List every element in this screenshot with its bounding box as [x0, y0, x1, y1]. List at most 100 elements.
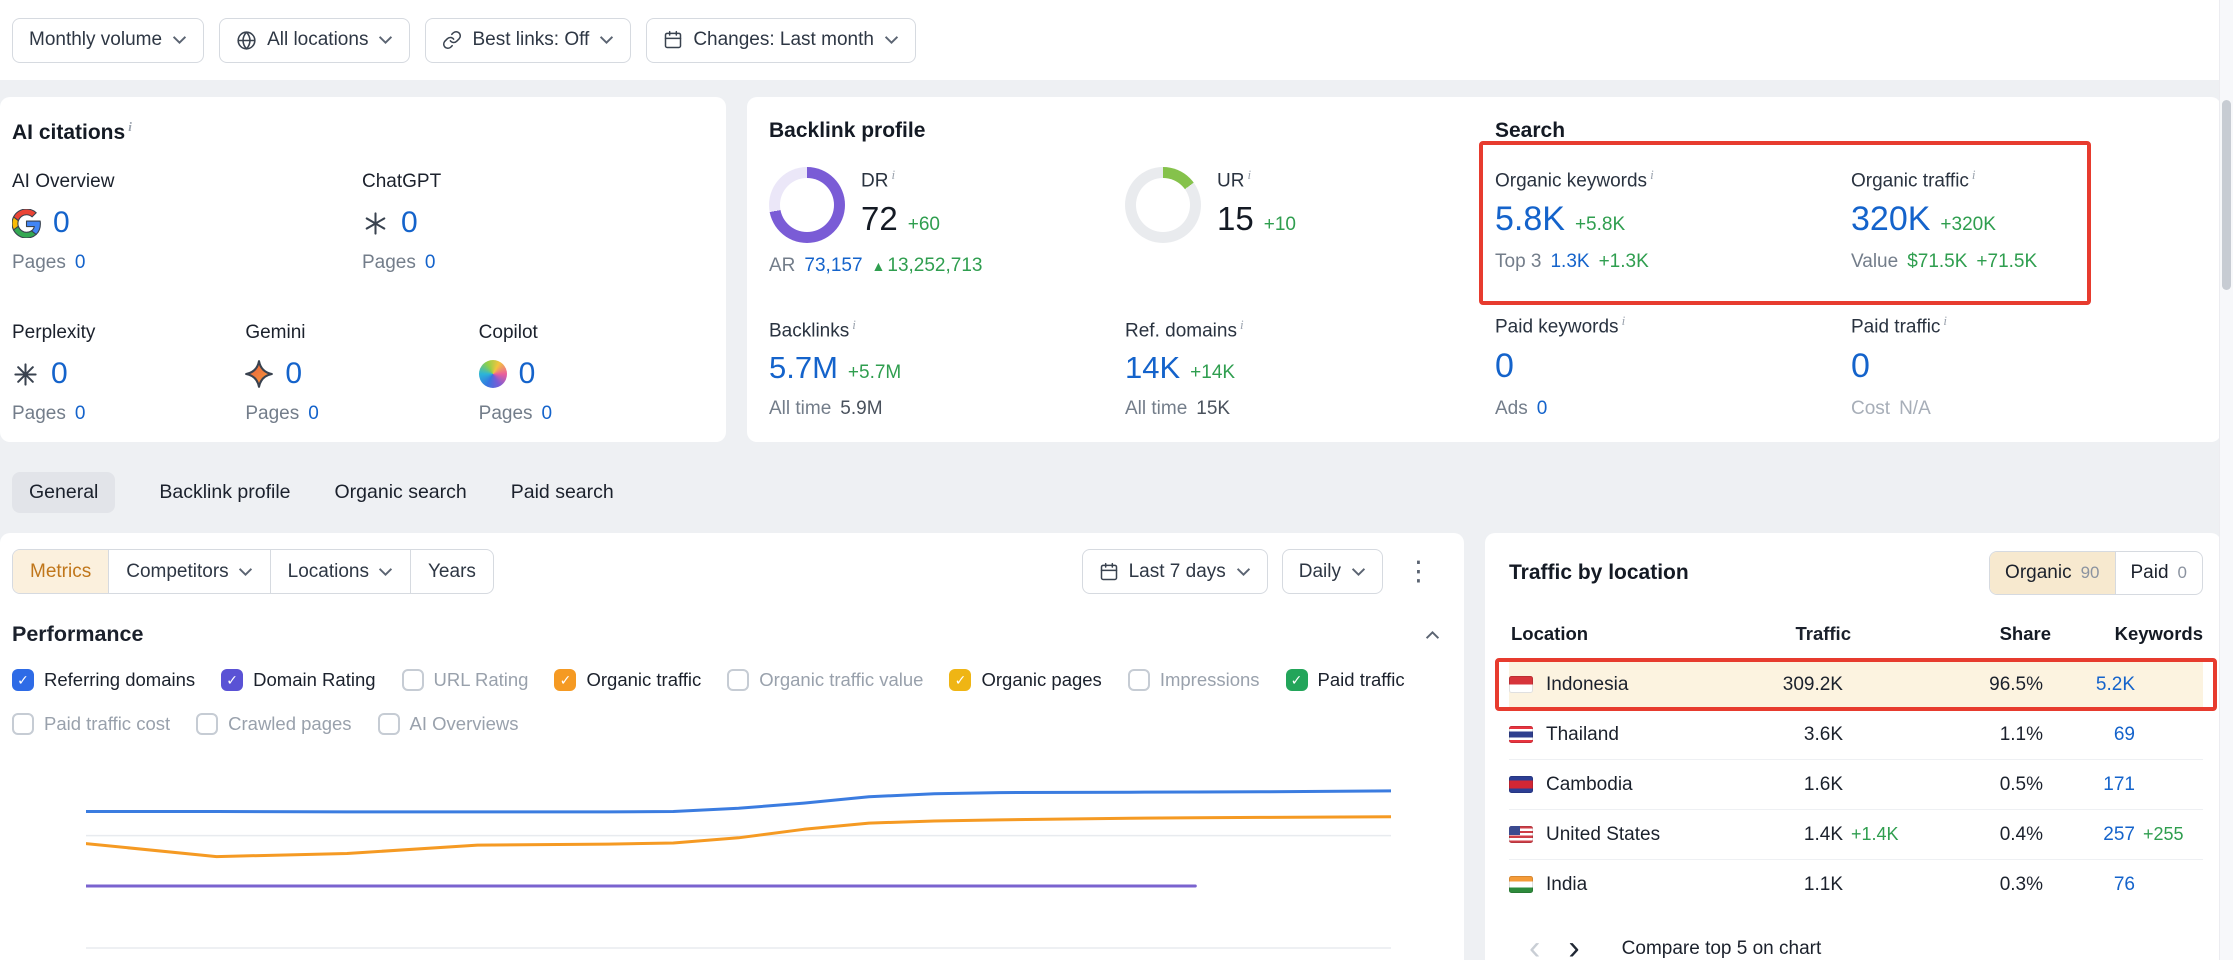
chatgpt-count[interactable]: 0	[401, 206, 418, 240]
compare-top5-label: Compare top 5 on chart	[1622, 938, 1822, 960]
perplexity-icon	[12, 361, 39, 388]
next-page-button[interactable]: ›	[1554, 935, 1593, 960]
checkbox-crawled-pages[interactable]: ✓Crawled pages	[196, 713, 351, 735]
site-overview-page: Monthly volume All locations Best links:…	[0, 0, 2233, 960]
checkbox-ai-overviews[interactable]: ✓AI Overviews	[378, 713, 519, 735]
organic-keywords-value-link[interactable]: 5.8K	[1495, 200, 1565, 239]
keywords-link[interactable]: 76	[2043, 874, 2135, 896]
checkbox-organic-traffic[interactable]: ✓Organic traffic	[554, 669, 701, 691]
chevron-down-icon	[884, 35, 899, 45]
ai-overview-pages-link[interactable]: 0	[75, 252, 86, 273]
info-icon: i	[128, 119, 132, 134]
checkbox-icon: ✓	[12, 713, 34, 735]
ai-overview-count[interactable]: 0	[53, 206, 70, 240]
gemini-count[interactable]: 0	[285, 357, 302, 391]
chatgpt-icon	[362, 210, 389, 237]
locations-dropdown[interactable]: All locations	[219, 18, 410, 63]
metric-checkbox-row-1: ✓Referring domains ✓Domain Rating ✓URL R…	[12, 669, 1440, 691]
chevron-down-icon	[172, 35, 187, 45]
traffic-by-location-title: Traffic by location	[1509, 561, 1689, 585]
search-title: Search	[1495, 119, 2221, 143]
monthly-volume-dropdown[interactable]: Monthly volume	[12, 18, 204, 63]
performance-line-chart[interactable]	[86, 759, 1391, 960]
perplexity-pages-link[interactable]: 0	[75, 403, 86, 424]
tab-paid-search[interactable]: Paid search	[511, 472, 614, 513]
tab-organic-search[interactable]: Organic search	[335, 472, 467, 513]
vertical-scrollbar[interactable]	[2219, 0, 2233, 960]
organic-toggle-button[interactable]: Organic 90	[1990, 552, 2114, 594]
table-row-thailand[interactable]: Thailand 3.6K 1.1% 69	[1509, 709, 2203, 759]
dr-metric: DRi 72+60 AR 73,157 ▲13,252,713	[769, 167, 1125, 277]
date-range-dropdown[interactable]: Last 7 days	[1082, 549, 1268, 594]
checkbox-paid-traffic[interactable]: ✓Paid traffic	[1286, 669, 1405, 691]
info-icon: i	[1972, 167, 1976, 182]
perplexity-count[interactable]: 0	[51, 357, 68, 391]
previous-page-button[interactable]: ‹	[1515, 935, 1554, 960]
united-states-flag-icon	[1509, 826, 1533, 843]
table-row-cambodia[interactable]: Cambodia 1.6K 0.5% 171	[1509, 759, 2203, 809]
up-arrow-icon: ▲	[872, 258, 886, 274]
ur-value: 15	[1217, 200, 1254, 238]
changes-dropdown[interactable]: Changes: Last month	[646, 18, 916, 63]
google-icon	[12, 209, 41, 238]
copilot-icon	[479, 360, 507, 388]
gemini-pages-link[interactable]: 0	[308, 403, 319, 424]
table-row-india[interactable]: India 1.1K 0.3% 76	[1509, 859, 2203, 909]
dr-delta: +60	[908, 214, 940, 236]
top3-value-link[interactable]: 1.3K	[1550, 251, 1589, 273]
chatgpt-pages-link[interactable]: 0	[425, 252, 436, 273]
checkbox-organic-pages[interactable]: ✓Organic pages	[949, 669, 1101, 691]
checkbox-impressions[interactable]: ✓Impressions	[1128, 669, 1260, 691]
years-button[interactable]: Years	[410, 550, 493, 593]
tab-general[interactable]: General	[12, 472, 115, 513]
checkbox-referring-domains[interactable]: ✓Referring domains	[12, 669, 195, 691]
chart-mode-segmented-control: Metrics Competitors Locations Years	[12, 549, 494, 594]
best-links-dropdown[interactable]: Best links: Off	[425, 18, 631, 63]
info-icon: i	[1622, 313, 1626, 328]
checkbox-paid-traffic-cost[interactable]: ✓Paid traffic cost	[12, 713, 170, 735]
locations-chart-dropdown[interactable]: Locations	[270, 550, 410, 593]
table-row-indonesia[interactable]: Indonesia 309.2K 96.5% 5.2K	[1509, 659, 2203, 709]
keywords-link[interactable]: 5.2K	[2043, 674, 2135, 696]
metrics-button[interactable]: Metrics	[13, 550, 108, 593]
paid-keywords-value-link[interactable]: 0	[1495, 347, 1514, 386]
ads-value-link[interactable]: 0	[1537, 398, 1548, 420]
gemini-icon	[245, 360, 273, 388]
keywords-link[interactable]: 257	[2043, 824, 2135, 846]
checkbox-organic-traffic-value[interactable]: ✓Organic traffic value	[727, 669, 923, 691]
chevron-down-icon	[599, 35, 614, 45]
ai-item-gemini: Gemini 0 Pages0	[245, 322, 478, 425]
checkbox-icon: ✓	[378, 713, 400, 735]
table-row-united-states[interactable]: United States 1.4K +1.4K 0.4% 257 +255	[1509, 809, 2203, 859]
organic-keywords-metric: Organic keywordsi 5.8K+5.8K Top 31.3K+1.…	[1495, 167, 1851, 273]
paid-keywords-metric: Paid keywordsi 0 Ads0	[1495, 313, 1851, 419]
backlink-profile-section: Backlink profile DRi 72+60 AR 73,157	[769, 119, 1495, 442]
performance-card: Metrics Competitors Locations Years	[0, 533, 1464, 960]
checkbox-icon: ✓	[12, 669, 34, 691]
collapse-icon[interactable]	[1425, 630, 1440, 640]
ref-domains-value-link[interactable]: 14K	[1125, 350, 1180, 386]
paid-traffic-value-link[interactable]: 0	[1851, 347, 1870, 386]
granularity-dropdown[interactable]: Daily	[1282, 549, 1383, 594]
keywords-link[interactable]: 69	[2043, 724, 2135, 746]
tab-backlink-profile[interactable]: Backlink profile	[159, 472, 290, 513]
checkbox-icon: ✓	[1286, 669, 1308, 691]
keywords-link[interactable]: 171	[2043, 774, 2135, 796]
ai-citations-card: AI citationsi AI Overview	[0, 97, 726, 442]
copilot-count[interactable]: 0	[519, 357, 536, 391]
info-icon: i	[891, 167, 895, 182]
competitors-dropdown[interactable]: Competitors	[108, 550, 269, 593]
scrollbar-thumb[interactable]	[2222, 100, 2231, 290]
checkbox-url-rating[interactable]: ✓URL Rating	[402, 669, 529, 691]
paid-toggle-button[interactable]: Paid 0	[2115, 552, 2203, 594]
backlinks-metric: Backlinksi 5.7M+5.7M All time5.9M	[769, 317, 1125, 420]
backlinks-value-link[interactable]: 5.7M	[769, 350, 838, 386]
ar-value-link[interactable]: 73,157	[804, 255, 862, 277]
link-icon	[442, 30, 462, 50]
organic-traffic-value-link[interactable]: 320K	[1851, 200, 1930, 239]
table-footer: ‹ › Compare top 5 on chart	[1509, 935, 2203, 960]
checkbox-domain-rating[interactable]: ✓Domain Rating	[221, 669, 375, 691]
more-options-button[interactable]: ⋮	[1397, 558, 1440, 585]
ai-item-perplexity: Perplexity 0 Pages0	[12, 322, 245, 425]
copilot-pages-link[interactable]: 0	[542, 403, 553, 424]
